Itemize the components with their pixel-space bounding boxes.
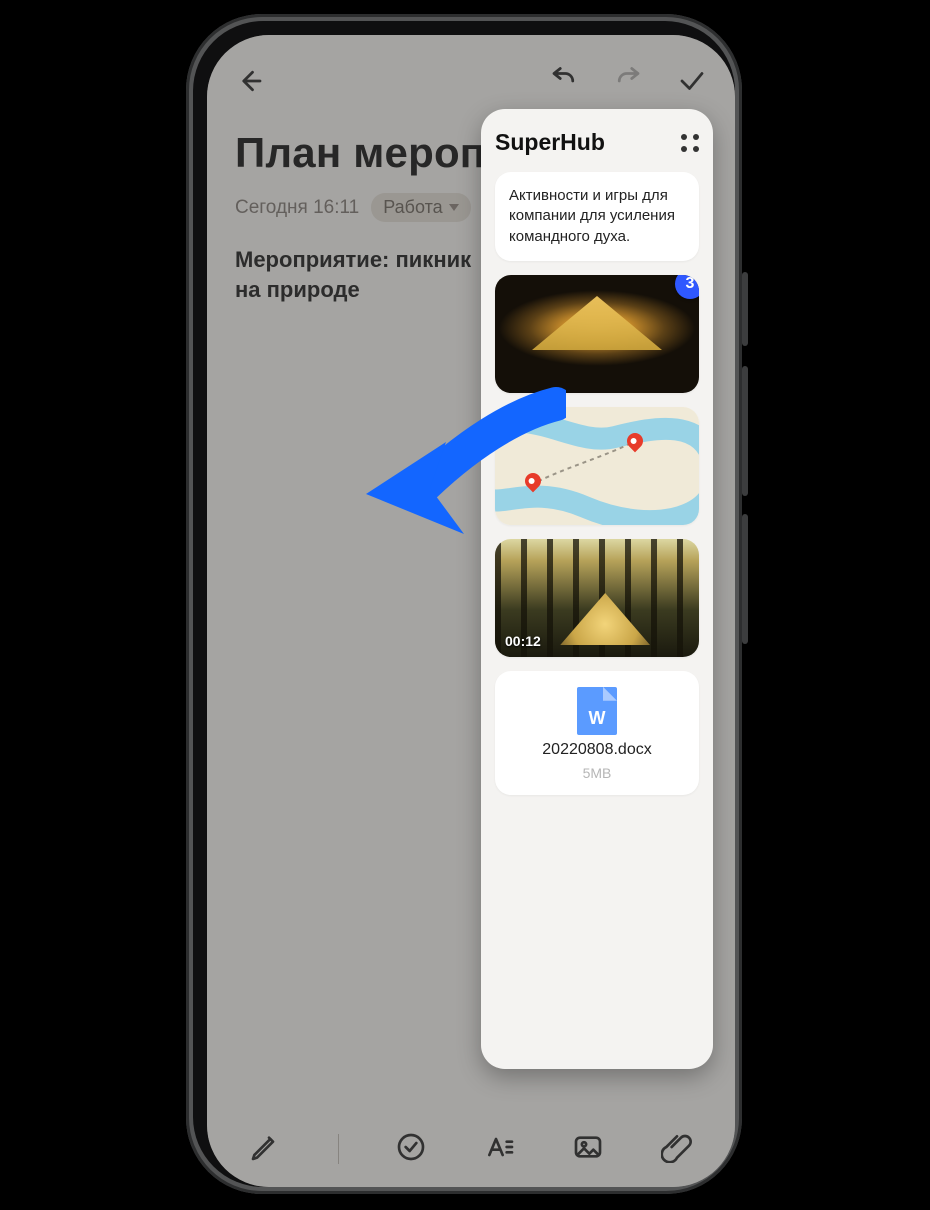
superhub-text-content: Активности и игры для компании для усиле… [509,187,675,245]
check-icon[interactable] [677,66,707,96]
attachment-icon[interactable] [661,1131,693,1168]
pen-icon[interactable] [249,1131,281,1168]
volume-down-button [742,514,748,644]
text-format-icon[interactable] [484,1131,516,1168]
redo-icon[interactable] [613,66,643,96]
superhub-image-stack[interactable]: 3 [495,275,699,393]
check-circle-icon[interactable] [395,1131,427,1168]
phone-bezel: План меропр Сегодня 16:11 Работа Меропри… [193,21,735,1187]
note-bottom-toolbar [207,1111,735,1187]
doc-filesize: 5MB [583,765,612,781]
word-doc-icon: W [577,687,617,735]
note-timestamp: Сегодня 16:11 [235,197,359,219]
drag-handle-icon[interactable] [681,134,699,152]
superhub-text-card[interactable]: Активности и игры для компании для усиле… [495,172,699,261]
divider [338,1134,339,1164]
note-body[interactable]: Мероприятие: пикник на природе [235,245,495,304]
note-toolbar [207,55,735,107]
stack-thumbnail [495,275,699,393]
volume-up-button [742,366,748,496]
superhub-doc-card[interactable]: W 20220808.docx 5MB [495,671,699,795]
map-thumbnail [495,407,699,525]
screen: План меропр Сегодня 16:11 Работа Меропри… [207,35,735,1187]
chevron-down-icon [449,204,459,211]
image-icon[interactable] [572,1131,604,1168]
superhub-video-card[interactable]: 00:12 [495,539,699,657]
superhub-title: SuperHub [495,129,605,156]
back-arrow-icon[interactable] [235,66,265,96]
doc-filename: 20220808.docx [542,741,651,759]
note-title[interactable]: План меропр [235,129,511,177]
superhub-header: SuperHub [495,129,699,156]
note-tag-chip[interactable]: Работа [371,193,470,222]
superhub-map-card[interactable] [495,407,699,525]
note-tag-label: Работа [383,197,442,218]
video-thumbnail: 00:12 [495,539,699,657]
note-meta: Сегодня 16:11 Работа [235,193,471,222]
video-duration: 00:12 [505,633,541,649]
superhub-panel[interactable]: SuperHub Активности и игры для компании … [481,109,713,1069]
stage: План меропр Сегодня 16:11 Работа Меропри… [0,0,930,1210]
phone-frame: План меропр Сегодня 16:11 Работа Меропри… [186,14,742,1194]
map-river [495,407,699,525]
undo-icon[interactable] [549,66,579,96]
side-button [742,272,748,346]
